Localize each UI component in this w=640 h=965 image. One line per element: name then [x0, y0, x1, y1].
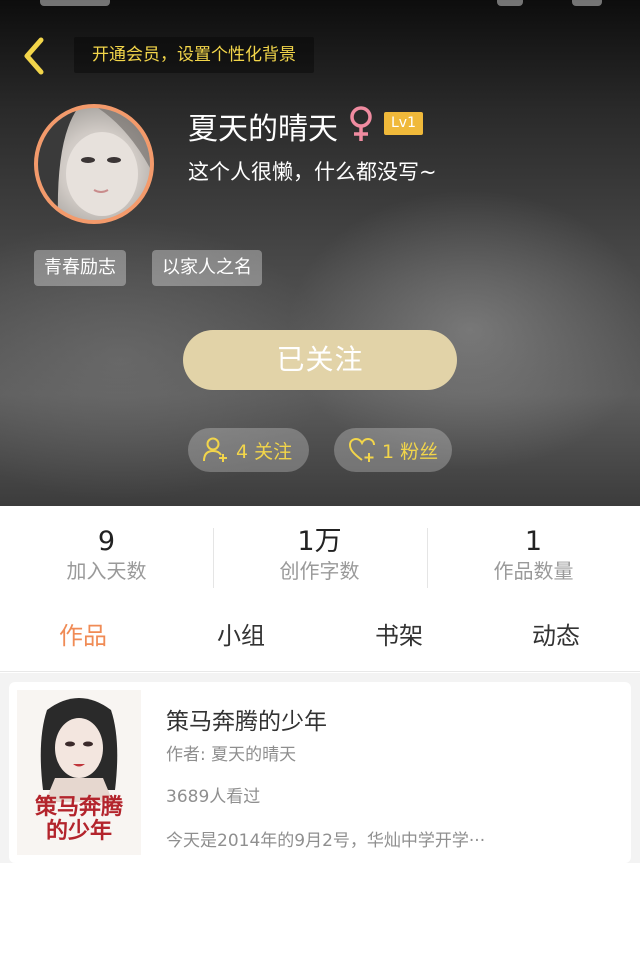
chevron-left-icon	[24, 37, 44, 75]
heart-plus-icon	[348, 437, 375, 462]
cover-title-top: 策马奔腾	[35, 794, 124, 820]
status-bar-remnant	[40, 0, 110, 6]
vip-background-banner[interactable]: 开通会员，设置个性化背景	[74, 37, 314, 73]
female-gender-icon	[350, 106, 372, 141]
followers-count-label: 1 粉丝	[382, 440, 439, 463]
stat-value: 9	[97, 526, 116, 557]
stat-label: 作品数量	[493, 559, 574, 583]
book-excerpt: 今天是2014年的9月2号，华灿中学开学···	[166, 831, 486, 851]
profile-header: 开通会员，设置个性化背景 夏天的晴天 Lv1 这个人很懒，什么都没写~ 青春励志…	[0, 0, 640, 506]
avatar-portrait-image	[38, 108, 150, 220]
tab-works[interactable]: 作品	[59, 616, 107, 651]
avatar[interactable]	[34, 104, 154, 224]
stat-label: 创作字数	[279, 559, 360, 583]
tag-family-name[interactable]: 以家人之名	[152, 250, 262, 286]
stat-works-count: 1 作品数量	[427, 506, 640, 592]
stat-word-count: 1万 创作字数	[213, 506, 426, 592]
book-view-count: 3689人看过	[166, 787, 261, 807]
add-user-icon	[203, 437, 227, 462]
book-cover-illustration: 策马奔腾 的少年	[17, 690, 141, 855]
tab-groups[interactable]: 小组	[217, 616, 265, 651]
book-title: 策马奔腾的少年	[166, 709, 327, 735]
followers-count-button[interactable]: 1 粉丝	[334, 428, 452, 472]
following-count-label: 4 关注	[236, 440, 293, 463]
profile-stats: 9 加入天数 1万 创作字数 1 作品数量	[0, 506, 640, 592]
username: 夏天的晴天	[188, 112, 338, 147]
book-cover: 策马奔腾 的少年	[17, 690, 141, 855]
tab-activity[interactable]: 动态	[532, 616, 580, 651]
back-button[interactable]	[14, 34, 54, 78]
followed-button[interactable]: 已关注	[183, 330, 457, 390]
following-count-button[interactable]: 4 关注	[188, 428, 309, 472]
content-tabs: 作品 小组 书架 动态	[0, 596, 640, 672]
stat-value: 1	[524, 526, 543, 557]
stat-label: 加入天数	[66, 559, 147, 583]
list-item[interactable]: 策马奔腾 的少年 策马奔腾的少年 作者: 夏天的晴天 3689人看过 今天是20…	[9, 682, 631, 863]
status-bar-remnant	[572, 0, 602, 6]
user-bio: 这个人很懒，什么都没写~	[188, 160, 437, 184]
book-author: 作者: 夏天的晴天	[166, 745, 297, 765]
cover-title-bottom: 的少年	[46, 818, 112, 844]
tab-bookshelf[interactable]: 书架	[375, 616, 423, 651]
stat-join-days: 9 加入天数	[0, 506, 213, 592]
tag-youth-inspiration[interactable]: 青春励志	[34, 250, 126, 286]
stat-value: 1万	[297, 526, 342, 557]
status-bar-remnant	[497, 0, 523, 6]
level-badge: Lv1	[384, 112, 423, 135]
